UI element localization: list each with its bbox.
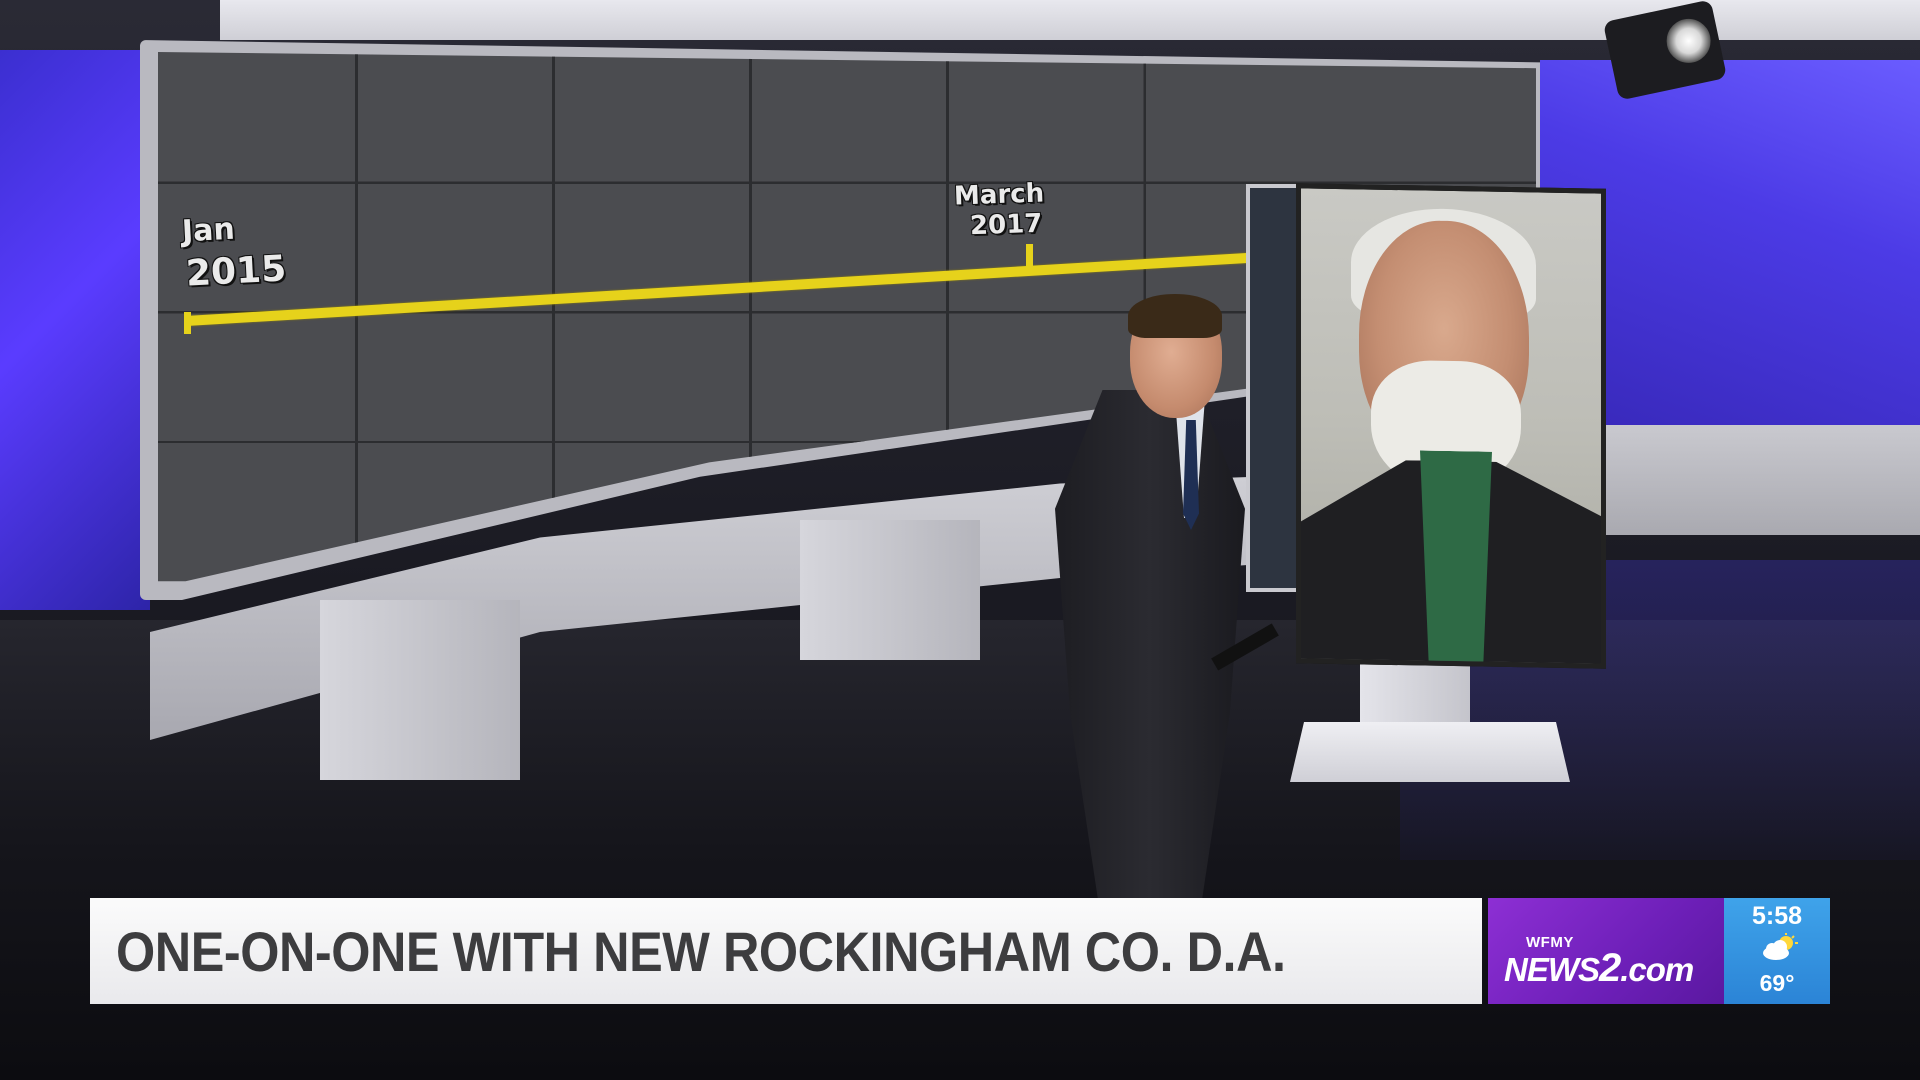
timeline-label-start-month: Jan	[181, 211, 236, 250]
timeline-tick-start	[184, 312, 191, 334]
headline-text: ONE-ON-ONE WITH NEW ROCKINGHAM CO. D.A.	[116, 919, 1286, 983]
station-name-number: 2	[1599, 946, 1621, 990]
timeline-label-start-year: 2015	[184, 248, 288, 295]
stage-pillar	[320, 600, 520, 780]
station-name-suffix: .com	[1620, 951, 1694, 988]
station-name: NEWS2.com	[1504, 946, 1694, 991]
temperature: 69°	[1759, 970, 1795, 996]
lower-third-banner: ONE-ON-ONE WITH NEW ROCKINGHAM CO. D.A.	[90, 898, 1482, 1004]
time-weather-box: 5:58 69°	[1724, 898, 1830, 1004]
clock-time: 5:58	[1751, 902, 1803, 930]
timeline-tick-mid	[1026, 244, 1033, 266]
station-name-prefix: NEWS	[1504, 951, 1600, 988]
portrait-monitor	[1296, 183, 1606, 669]
studio-wall-left	[0, 50, 150, 610]
monitor-base	[1290, 722, 1570, 782]
timeline-label-mid-month: March	[953, 178, 1045, 212]
da-portrait	[1301, 188, 1601, 663]
broadcast-frame: Jan 2015 March 2017 ONE-ON-ONE WITH NEW …	[0, 0, 1920, 1080]
station-logo: WFMY NEWS2.com	[1488, 898, 1724, 1004]
stage-pillar	[800, 520, 980, 660]
studio-wall-panel	[1560, 425, 1920, 535]
timeline-label-mid-year: 2017	[969, 208, 1043, 242]
partly-cloudy-icon	[1763, 933, 1798, 960]
anchor-hair	[1128, 294, 1222, 338]
